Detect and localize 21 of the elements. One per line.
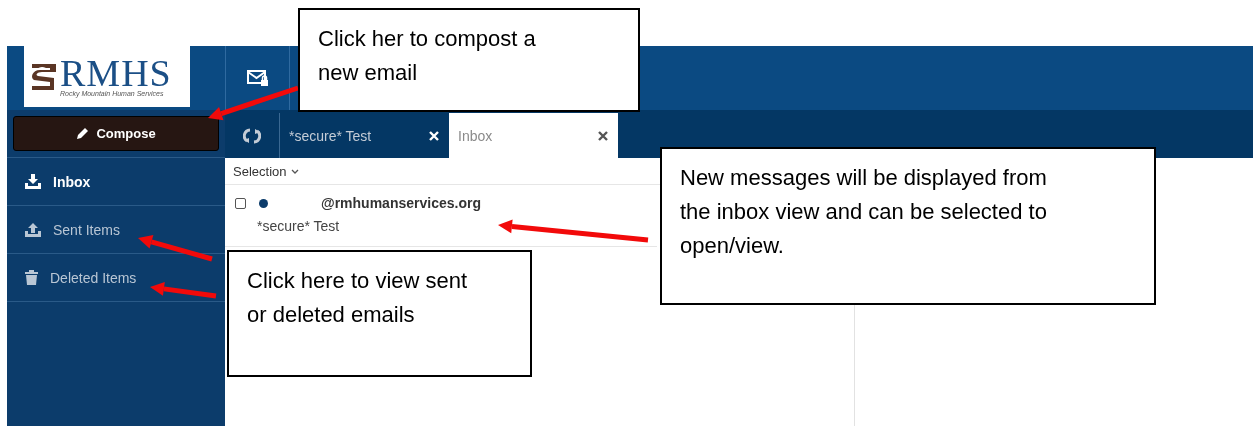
tab[interactable]: Inbox xyxy=(449,113,618,158)
arrow xyxy=(150,281,217,299)
tab[interactable]: *secure* Test xyxy=(280,113,449,158)
selection-dropdown[interactable]: Selection xyxy=(233,163,300,179)
callout-text: Click her to compost a new email xyxy=(318,25,537,88)
refresh-icon[interactable] xyxy=(243,127,261,144)
logo-name: RMHS xyxy=(60,56,172,90)
sidebar-item[interactable]: Inbox xyxy=(7,158,225,206)
mail-lock-icon[interactable] xyxy=(246,69,269,87)
callout-text: New messages will be displayed from the inbox view and can be selected to open/view. xyxy=(680,164,1048,261)
pencil-icon xyxy=(76,127,89,140)
message-sender: @rmhumanservices.org xyxy=(321,195,481,211)
close-icon[interactable] xyxy=(598,130,608,141)
upload-tray-icon xyxy=(25,222,41,237)
trash-icon xyxy=(25,270,38,285)
chevron-down-icon xyxy=(291,168,300,174)
download-tray-icon xyxy=(25,174,41,189)
compose-button[interactable]: Compose xyxy=(13,116,219,151)
message-subject: *secure* Test xyxy=(257,218,340,234)
checkbox[interactable] xyxy=(235,197,246,209)
callout-text: Click here to view sent or deleted emails xyxy=(247,267,469,330)
